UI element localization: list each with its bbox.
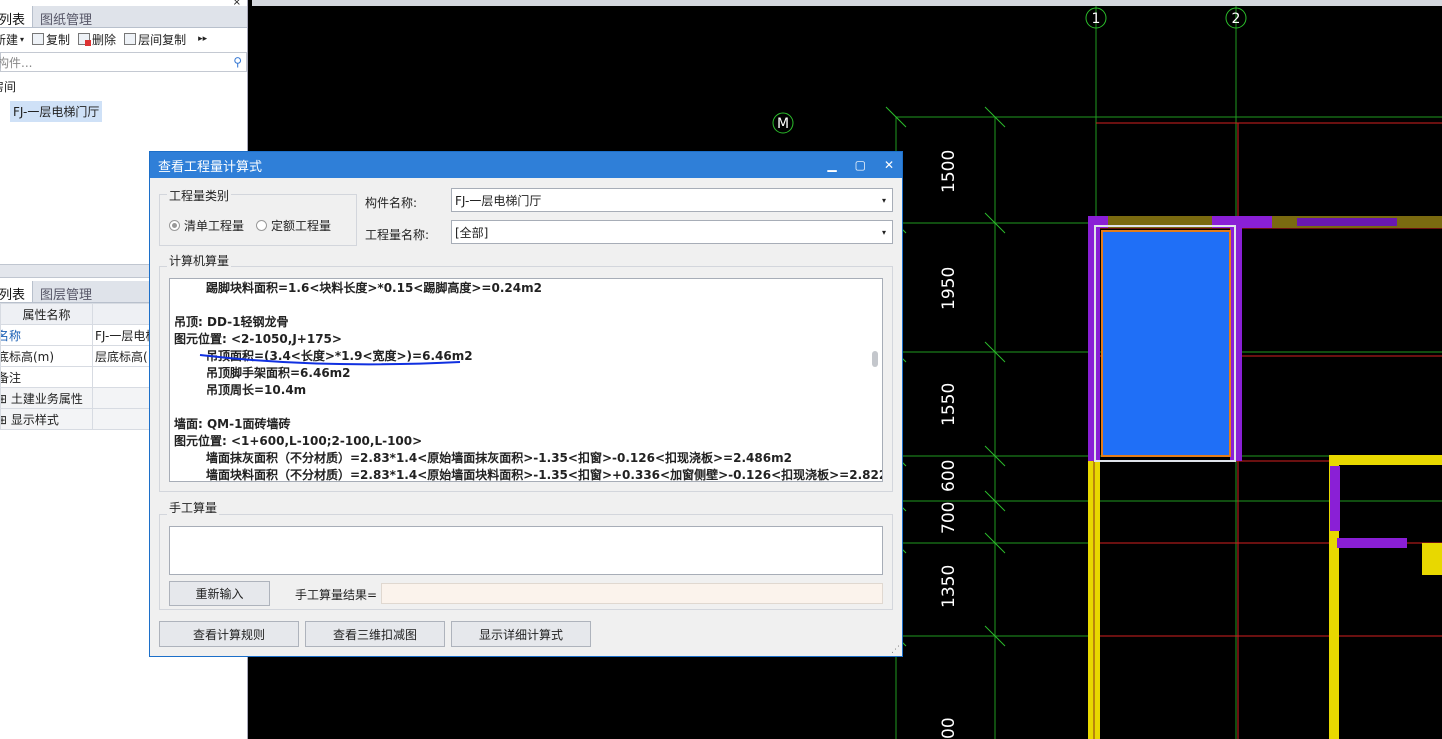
expand-icon[interactable]: ⊞ [2,413,8,427]
floor-copy-icon [124,33,137,45]
axis-label-m: M [777,116,789,132]
tab-layer-manage[interactable]: 图层管理 [33,281,99,303]
dim-1550: 1550 [939,383,959,426]
tab-list[interactable]: 列表 [0,6,34,28]
maximize-icon[interactable]: ▢ [855,158,866,172]
close-icon[interactable]: ✕ [884,158,894,172]
manual-calc-input[interactable] [169,526,883,575]
qty-type-radios: 清单工程量 定额工程量 [169,217,331,234]
component-toolbar: 新建 ▾ 复制 删除 层间复制 ▸▸ [0,28,247,50]
props-header: 属性名称 [0,303,93,325]
prop-name-row[interactable]: 名称 [0,324,93,346]
component-name-label: 构件名称: [365,196,418,210]
qty-name-label: 工程量名称: [365,228,430,242]
prop-remark-row[interactable]: 备注 [0,366,93,388]
radio-quota-label: 定额工程量 [271,219,332,233]
radio-list-label: 清单工程量 [184,219,245,233]
calc-formula-dialog: 查看工程量计算式 ▁ ▢ ✕ 工程量类别 清单工程量 定额工程量 构件名称: F… [149,151,903,657]
component-tabs: 列表 图纸管理 [0,6,247,28]
tree-category[interactable]: 房间 [0,74,247,95]
more-icon: ▸▸ [198,34,208,44]
prop-display-label: 显示样式 [10,412,59,427]
scrollbar-thumb[interactable] [872,351,878,367]
dim-600: 600 [939,460,959,492]
resize-grip-icon[interactable]: ⋰ [891,645,900,655]
view-3d-label: 查看三维扣减图 [332,627,417,642]
copy-label: 复制 [46,32,71,47]
prop-name-label: 名称 [2,328,22,343]
view-rules-label: 查看计算规则 [192,627,265,642]
view-3d-button[interactable]: 查看三维扣减图 [305,621,445,647]
radio-unchecked-icon [256,220,268,231]
tree-category-label: 房间 [0,80,17,94]
copy-icon [32,33,45,45]
qty-name-value: [全部] [455,225,489,240]
prop-display-group[interactable]: ⊞ 显示样式 [0,408,93,430]
new-button[interactable]: 新建 ▾ [0,31,24,48]
dim-1950: 1950 [939,267,959,310]
dim-partial: 00 [939,717,959,739]
qty-type-label: 工程量类别 [167,187,232,204]
manual-calc-label: 手工算量 [167,499,220,516]
tab-props-list[interactable]: 列表 [0,281,34,303]
dialog-titlebar[interactable]: 查看工程量计算式 ▁ ▢ ✕ [150,152,902,178]
manual-result-field [381,583,883,604]
prop-bottom-elev-label: 底标高(m) [0,349,55,364]
radio-list-qty[interactable]: 清单工程量 [169,217,244,234]
component-name-select[interactable]: FJ-一层电梯门厅 ▾ [451,188,893,212]
dropdown-arrow-icon: ▾ [20,34,25,44]
view-rules-button[interactable]: 查看计算规则 [159,621,299,647]
axis-label-2: 2 [1232,11,1241,27]
reinput-label: 重新输入 [195,587,244,601]
floor-copy-button[interactable]: 层间复制 [124,31,186,48]
search-placeholder: 构件... [0,55,33,70]
show-detail-label: 显示详细计算式 [478,627,563,642]
prop-bottom-elev-row[interactable]: 底标高(m) [0,345,93,367]
component-name-value: FJ-一层电梯门厅 [455,193,542,208]
show-detail-button[interactable]: 显示详细计算式 [451,621,591,647]
delete-icon [78,33,92,46]
prop-civil-label: 土建业务属性 [10,391,83,406]
prop-civil-group[interactable]: ⊞ 土建业务属性 [0,387,93,409]
minimize-icon[interactable]: ▁ [827,158,836,172]
dropdown-arrow-icon: ▾ [881,195,886,205]
manual-result-label: 手工算量结果= [295,588,378,602]
radio-checked-icon [169,220,180,231]
dim-1350: 1350 [939,565,959,608]
expand-icon[interactable]: ⊞ [2,392,8,406]
copy-button[interactable]: 复制 [32,31,70,48]
axis-label-1: 1 [1092,11,1101,27]
search-icon[interactable]: ⚲ [233,55,242,69]
computer-calc-label: 计算机算量 [167,252,232,269]
calc-formula-text[interactable]: 踢脚块料面积=1.6<块料长度>*0.15<踢脚高度>=0.24m2 吊顶: D… [169,278,883,482]
radio-quota-qty[interactable]: 定额工程量 [256,217,331,234]
search-input[interactable]: 构件... ⚲ [0,52,247,72]
qty-name-select[interactable]: [全部] ▾ [451,220,893,244]
dialog-title: 查看工程量计算式 [158,159,263,175]
delete-label: 删除 [92,32,117,47]
dropdown-arrow-icon: ▾ [881,227,886,237]
prop-remark-label: 备注 [2,370,22,385]
dim-1500: 1500 [939,150,959,193]
annotation-underline [199,354,461,366]
reinput-button[interactable]: 重新输入 [169,581,270,606]
floor-copy-label: 层间复制 [138,32,187,47]
tree-item-selected[interactable]: FJ-一层电梯门厅 [10,101,103,122]
tab-drawing-manage[interactable]: 图纸管理 [33,6,99,28]
new-label: 新建 [0,32,19,47]
delete-button[interactable]: 删除 [78,31,116,48]
more-button[interactable]: ▸▸ [198,34,207,44]
dim-700: 700 [939,502,959,534]
